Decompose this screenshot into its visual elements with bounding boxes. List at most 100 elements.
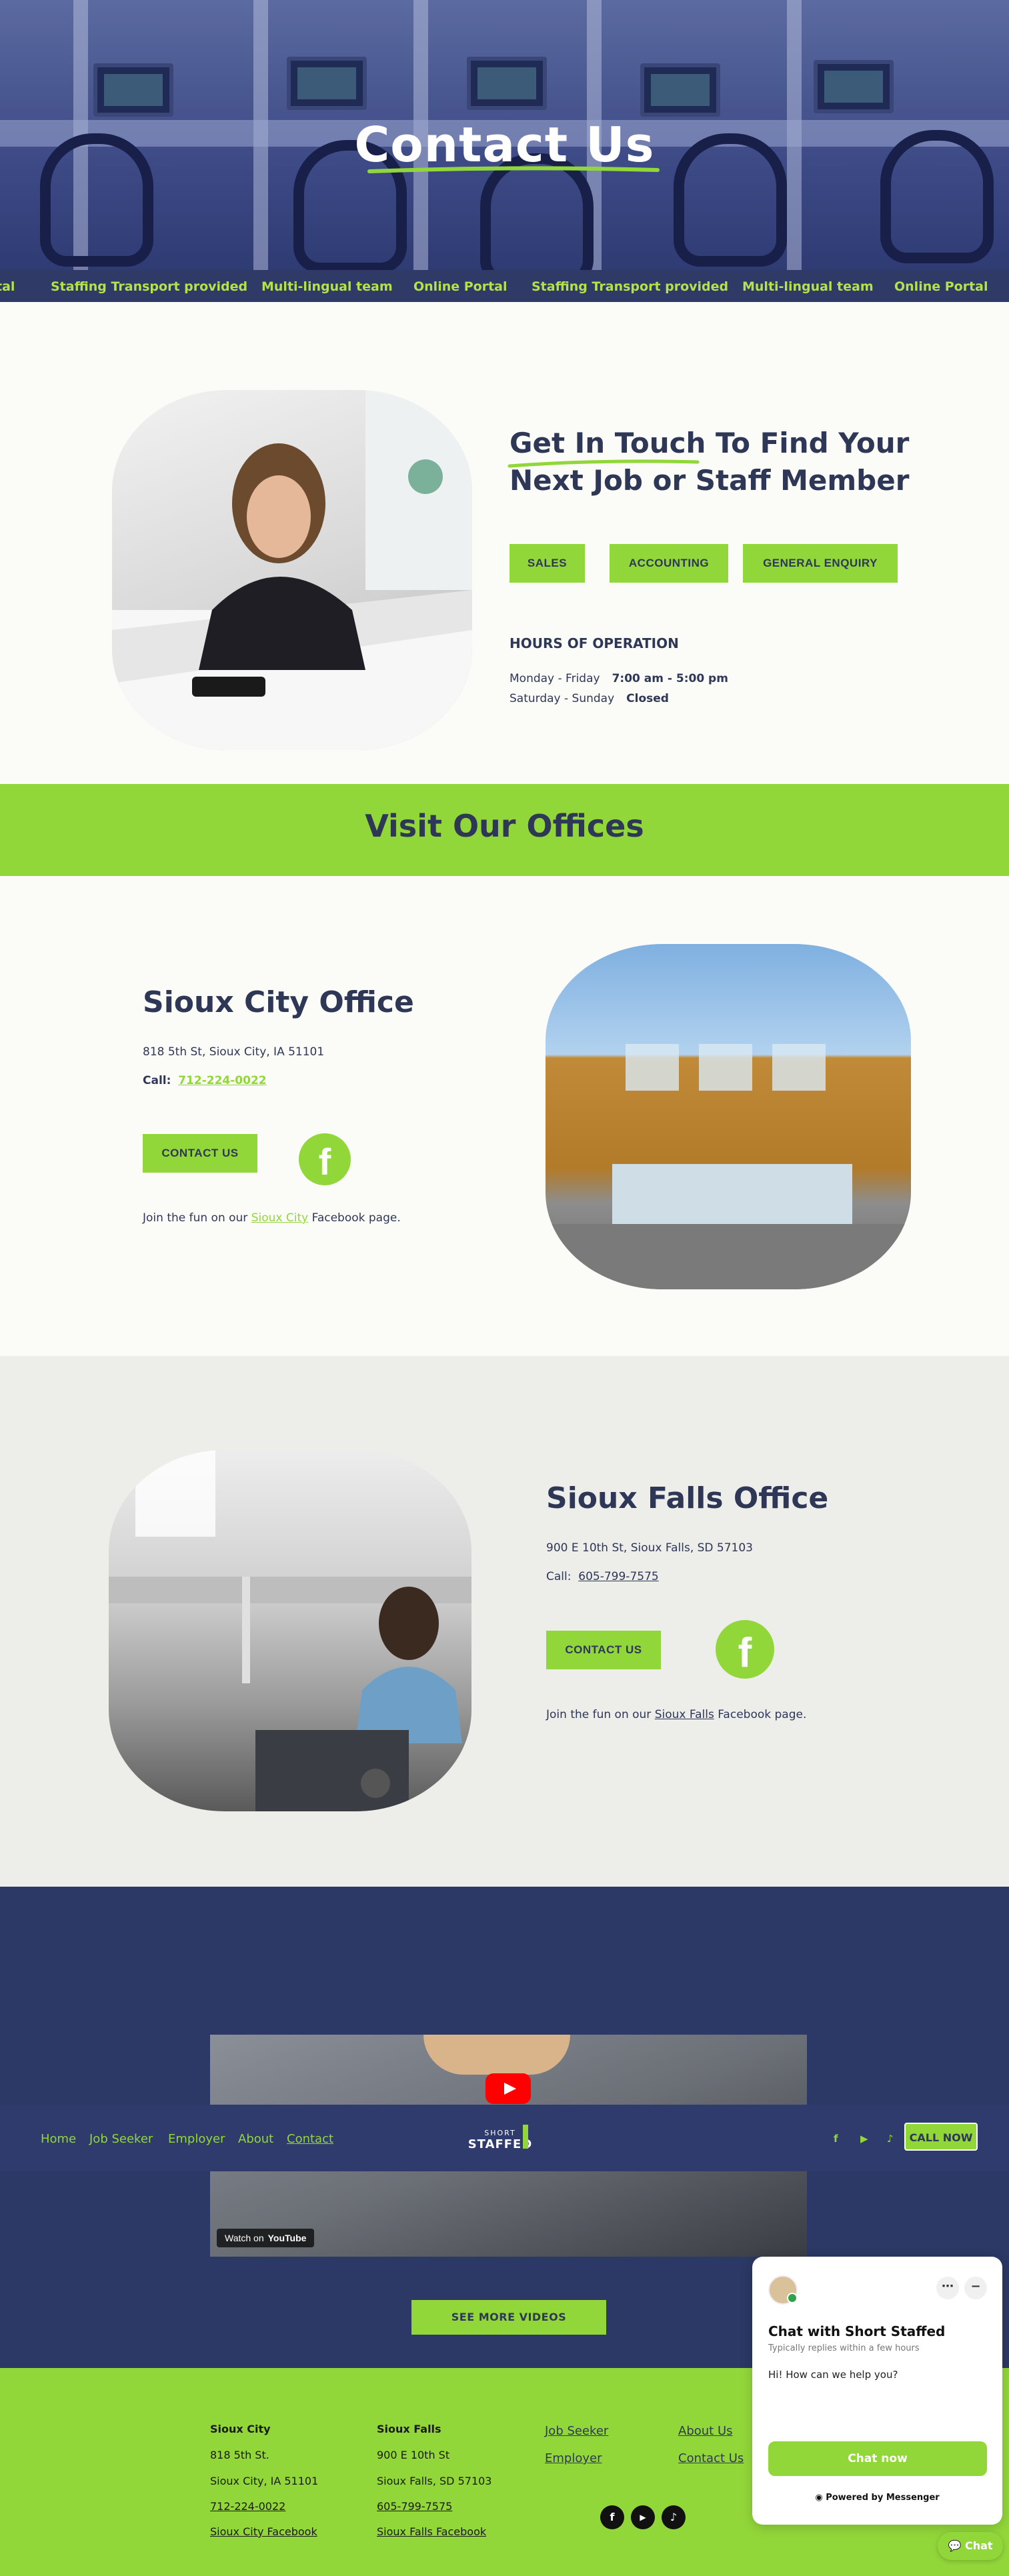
footer-sioux-falls-phone[interactable]: 605-799-7575 — [377, 2500, 452, 2513]
chat-title: Chat with Short Staffed — [768, 2323, 946, 2339]
heading-line2: Next Job or Staff Member — [510, 464, 910, 497]
short-staffed-logo[interactable]: SHORT STAFFED — [467, 2118, 534, 2159]
footer-youtube-icon[interactable]: ▶ — [631, 2505, 655, 2529]
call-label: Call: — [143, 1074, 171, 1087]
youtube-label: YouTube — [267, 2233, 307, 2243]
hours-time: Closed — [626, 692, 669, 705]
chat-powered-by: ◉ Powered by Messenger — [752, 2493, 1002, 2503]
messenger-icon: ◉ — [815, 2493, 823, 2503]
monitor — [93, 63, 173, 117]
facebook-icon[interactable]: f — [834, 2133, 838, 2145]
footer-sioux-city-line1: 818 5th St. — [210, 2449, 269, 2461]
hours-days: Monday - Friday — [510, 672, 600, 685]
footer-tiktok-icon[interactable]: ♪ — [662, 2505, 686, 2529]
visit-offices-heading: Visit Our Offices — [365, 808, 644, 844]
office-illustration — [109, 1450, 471, 1811]
chat-minimize-icon[interactable]: − — [964, 2277, 987, 2299]
monitor — [287, 57, 367, 110]
sioux-city-facebook-link[interactable]: Sioux City — [251, 1211, 308, 1225]
footer-sioux-city-line2: Sioux City, IA 51101 — [210, 2475, 319, 2487]
footer-sioux-falls-line2: Sioux Falls, SD 57103 — [377, 2475, 492, 2487]
sioux-falls-title: Sioux Falls Office — [546, 1481, 829, 1515]
nav-contact[interactable]: Contact — [287, 2132, 333, 2146]
ticker-item: tal — [0, 279, 15, 294]
hours-time: 7:00 am - 5:00 pm — [612, 672, 728, 685]
youtube-icon[interactable]: ▶ — [860, 2133, 868, 2145]
sioux-city-call: Call: 712-224-0022 — [143, 1074, 267, 1087]
see-more-videos-button[interactable]: SEE MORE VIDEOS — [411, 2300, 606, 2335]
nav-employer[interactable]: Employer — [168, 2132, 225, 2146]
sioux-falls-address: 900 E 10th St, Sioux Falls, SD 57103 — [546, 1541, 754, 1555]
chat-subtitle: Typically replies within a few hours — [768, 2343, 920, 2353]
sioux-falls-call: Call: 605-799-7575 — [546, 1570, 659, 1583]
heading-highlight: Get In Touch — [510, 427, 706, 459]
footer-sioux-falls-heading: Sioux Falls — [377, 2423, 441, 2435]
receptionist-photo — [112, 390, 472, 750]
call-label: Call: — [546, 1570, 572, 1583]
footer-job-seeker-link[interactable]: Job Seeker — [545, 2424, 608, 2438]
sioux-city-facebook-icon[interactable]: f — [299, 1133, 351, 1185]
hero-banner: Contact Us — [0, 0, 1009, 270]
fb-text-suffix: Facebook page. — [714, 1708, 807, 1721]
footer-sioux-city-phone[interactable]: 712-224-0022 — [210, 2500, 285, 2513]
building-illustration — [546, 1044, 911, 1289]
sioux-city-address: 818 5th St, Sioux City, IA 51101 — [143, 1045, 325, 1059]
watch-on-youtube[interactable]: Watch on YouTube — [217, 2229, 315, 2247]
footer-contact-link[interactable]: Contact Us — [678, 2451, 744, 2465]
chat-now-button[interactable]: Chat now — [768, 2441, 987, 2476]
video-person — [423, 2035, 570, 2075]
sioux-falls-phone-link[interactable]: 605-799-7575 — [578, 1570, 658, 1583]
sioux-falls-contact-button[interactable]: CONTACT US — [546, 1631, 661, 1669]
sticky-navbar: Home Job Seeker Employer About Contact S… — [0, 2105, 1009, 2171]
nav-about[interactable]: About — [238, 2132, 273, 2146]
footer-about-link[interactable]: About Us — [678, 2424, 733, 2438]
visit-offices-band: Visit Our Offices — [0, 784, 1009, 876]
chat-more-icon[interactable]: ⋯ — [936, 2277, 959, 2299]
general-enquiry-button[interactable]: GENERAL ENQUIRY — [743, 544, 898, 583]
footer-sioux-falls-facebook[interactable]: Sioux Falls Facebook — [377, 2525, 486, 2538]
monitor — [467, 57, 547, 110]
ticker-item: Online Portal — [894, 279, 988, 294]
sioux-city-building-photo — [546, 944, 911, 1289]
footer-employer-link[interactable]: Employer — [545, 2451, 602, 2465]
sioux-falls-facebook-icon[interactable]: f — [716, 1620, 774, 1679]
accounting-button[interactable]: ACCOUNTING — [610, 544, 728, 583]
ticker-item: Staffing Transport provided — [51, 279, 248, 294]
receptionist-illustration — [112, 390, 472, 750]
sioux-falls-office-photo — [109, 1450, 471, 1811]
chat-launcher[interactable]: 💬 Chat — [938, 2532, 1003, 2560]
fb-text-prefix: Join the fun on our — [546, 1708, 655, 1721]
chat-avatar — [768, 2275, 798, 2305]
fb-text-prefix: Join the fun on our — [143, 1211, 251, 1225]
nav-home[interactable]: Home — [41, 2132, 76, 2146]
monitor — [640, 63, 720, 117]
ticker-item: Multi-lingual team — [742, 279, 874, 294]
fb-text-suffix: Facebook page. — [308, 1211, 401, 1225]
footer-sioux-city-facebook[interactable]: Sioux City Facebook — [210, 2525, 317, 2538]
title-underline — [367, 166, 660, 173]
sioux-falls-fb-text: Join the fun on our Sioux Falls Facebook… — [546, 1708, 806, 1721]
sioux-city-contact-button[interactable]: CONTACT US — [143, 1134, 257, 1173]
sioux-city-fb-text: Join the fun on our Sioux City Facebook … — [143, 1211, 401, 1225]
footer-sioux-city-heading: Sioux City — [210, 2423, 271, 2435]
feature-ticker: tal Staffing Transport provided Multi-li… — [0, 270, 1009, 302]
sioux-city-title: Sioux City Office — [143, 985, 414, 1019]
chat-pill-label: Chat — [964, 2539, 993, 2552]
hours-row: Monday - Friday 7:00 am - 5:00 pm — [510, 672, 728, 685]
ticker-item: Staffing Transport provided — [532, 279, 729, 294]
sales-button[interactable]: SALES — [510, 544, 585, 583]
youtube-play-icon[interactable] — [485, 2073, 531, 2104]
tiktok-icon[interactable]: ♪ — [887, 2133, 894, 2145]
watch-on-label: Watch on — [225, 2233, 264, 2243]
call-now-button[interactable]: CALL NOW — [904, 2123, 978, 2151]
heading-rest: To Find Your — [706, 427, 910, 459]
messenger-chat-widget: ⋯ − Chat with Short Staffed Typically re… — [752, 2257, 1002, 2525]
hours-row: Saturday - Sunday Closed — [510, 692, 669, 705]
chat-bubble-icon: 💬 — [948, 2539, 962, 2552]
sioux-city-phone-link[interactable]: 712-224-0022 — [178, 1074, 266, 1087]
nav-job-seeker[interactable]: Job Seeker — [89, 2132, 153, 2146]
powered-label: Powered by Messenger — [826, 2493, 940, 2503]
footer-facebook-icon[interactable]: f — [600, 2505, 624, 2529]
sioux-falls-facebook-link[interactable]: Sioux Falls — [655, 1708, 714, 1721]
footer-sioux-falls-line1: 900 E 10th St — [377, 2449, 450, 2461]
